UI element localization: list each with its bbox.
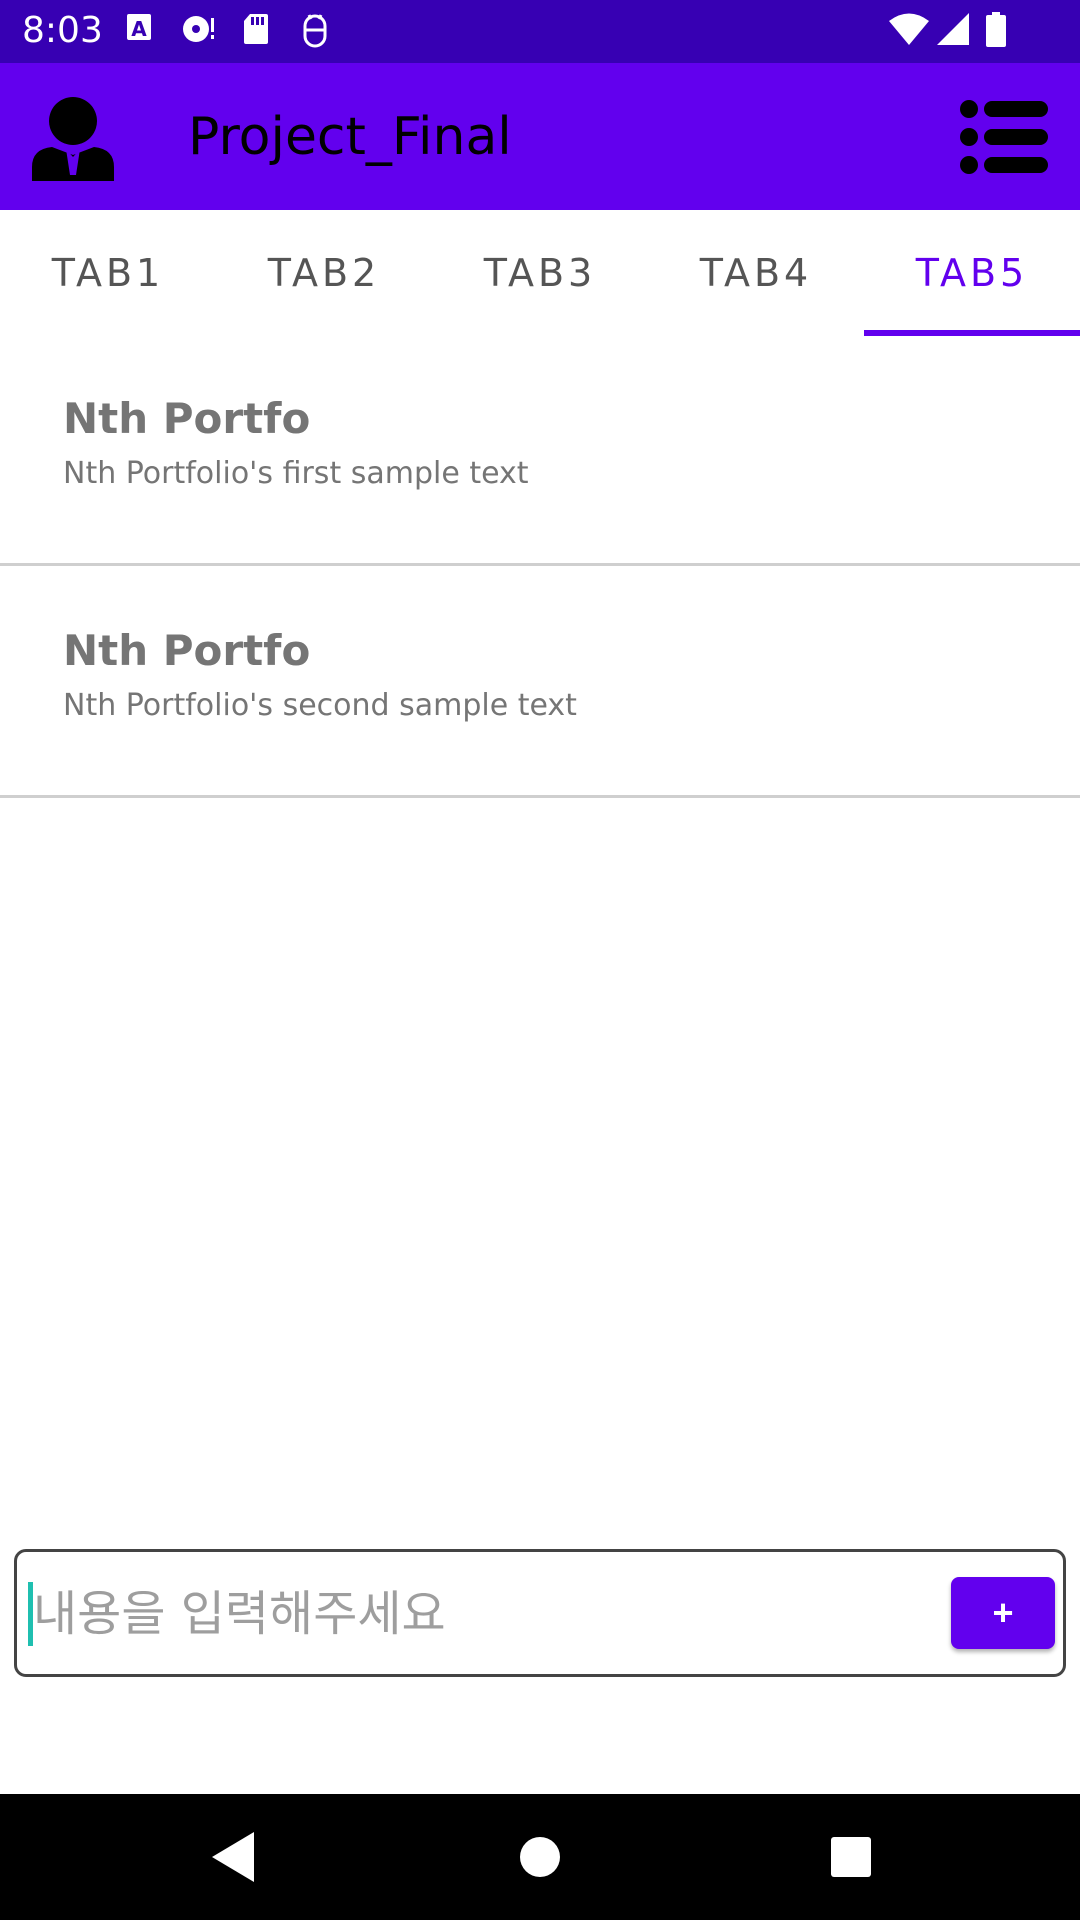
person-icon[interactable] <box>30 95 116 181</box>
status-time: 8:03 <box>22 10 103 51</box>
status-bar: 8:03 A <box>0 0 1080 63</box>
add-button[interactable]: + <box>951 1577 1055 1649</box>
media-icon <box>183 16 214 42</box>
tab-3[interactable]: TAB3 <box>432 210 648 336</box>
list-item-title: Nth Portfo <box>63 626 311 675</box>
list-item-text: Nth Portfolio's first sample text <box>63 456 529 491</box>
list-menu-icon[interactable] <box>960 99 1050 175</box>
tab-bar: TAB1 TAB2 TAB3 TAB4 TAB5 <box>0 210 1080 336</box>
font-a-icon: A <box>127 14 151 41</box>
nav-bar <box>0 1794 1080 1920</box>
home-icon[interactable] <box>507 1824 573 1890</box>
app-title: Project_Final <box>188 107 512 167</box>
tab-2[interactable]: TAB2 <box>216 210 432 336</box>
battery-icon <box>986 12 1006 47</box>
recents-icon[interactable] <box>818 1824 884 1890</box>
memo-input[interactable] <box>33 1570 933 1658</box>
android-debug-icon <box>303 14 327 48</box>
sd-card-icon <box>244 14 268 44</box>
list-item-text: Nth Portfolio's second sample text <box>63 688 577 723</box>
svg-text:A: A <box>131 17 147 41</box>
memo-input-box: + <box>14 1549 1066 1677</box>
tab-5[interactable]: TAB5 <box>864 210 1080 336</box>
list-item[interactable]: Nth Portfo Nth Portfolio's first sample … <box>0 336 1080 566</box>
wifi-icon <box>889 13 929 45</box>
app-bar: Project_Final <box>0 63 1080 210</box>
tab-1[interactable]: TAB1 <box>0 210 216 336</box>
list-item[interactable]: Nth Portfo Nth Portfolio's second sample… <box>0 568 1080 798</box>
list-item-title: Nth Portfo <box>63 394 311 443</box>
tab-4[interactable]: TAB4 <box>648 210 864 336</box>
back-icon[interactable] <box>204 1824 270 1890</box>
cell-signal-icon <box>937 13 969 45</box>
